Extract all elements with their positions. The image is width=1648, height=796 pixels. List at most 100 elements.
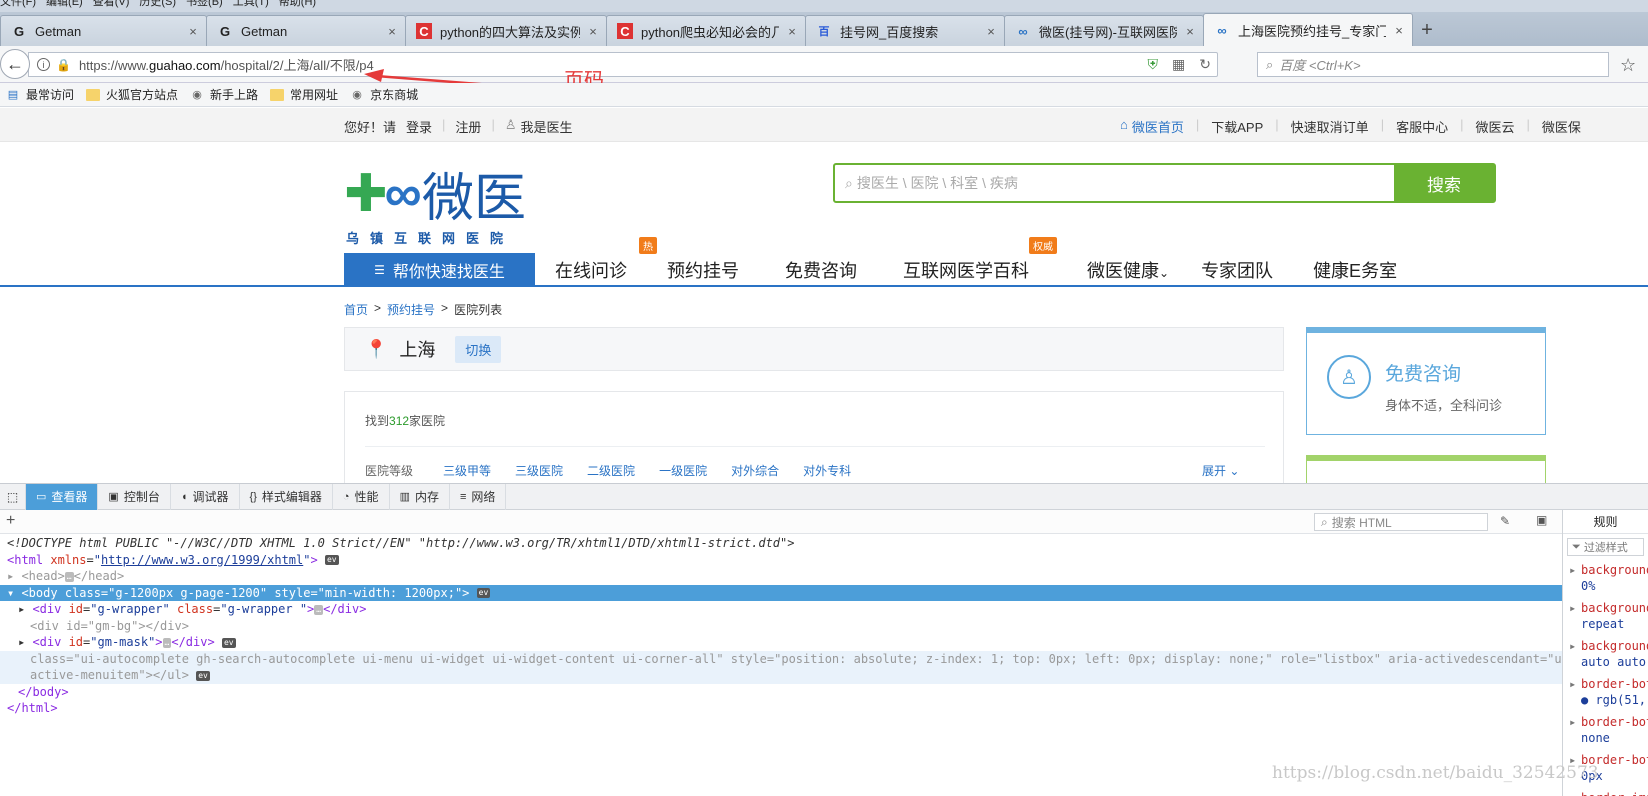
devtools-tab-memory[interactable]: ▥ 内存: [390, 483, 450, 510]
register-link[interactable]: 注册: [455, 117, 481, 136]
menu-item[interactable]: 历史(S): [139, 0, 182, 12]
nav-item[interactable]: 预约挂号: [667, 257, 739, 283]
url-text[interactable]: https://www.guahao.com/hospital/2/上海/all…: [79, 55, 374, 74]
top-link[interactable]: 微医保: [1542, 117, 1581, 136]
menu-item[interactable]: 编辑(E): [46, 0, 89, 12]
filter-option[interactable]: 对外专科: [803, 462, 851, 479]
bookmark-item[interactable]: ◉ 新手上路: [190, 86, 258, 103]
bookmark-item[interactable]: 常用网址: [270, 86, 338, 103]
close-icon[interactable]: ×: [186, 24, 200, 39]
filter-option[interactable]: 一级医院: [659, 462, 707, 479]
dom-node[interactable]: <div id="gm-bg"></div>: [0, 618, 1562, 635]
menu-item[interactable]: 查看(V): [93, 0, 136, 12]
devtools-tab-style-editor[interactable]: {} 样式编辑器: [240, 483, 333, 510]
top-link[interactable]: 客服中心: [1396, 117, 1448, 136]
dom-node[interactable]: </body>: [0, 684, 1562, 701]
nav-item[interactable]: 在线问诊热: [555, 237, 657, 283]
menu-item[interactable]: 文件(F): [0, 0, 42, 12]
eyedropper-icon[interactable]: ✎: [1500, 514, 1510, 528]
menu-item[interactable]: 帮助(H): [279, 0, 322, 12]
top-link[interactable]: 微医云: [1475, 117, 1514, 136]
filter-option[interactable]: 对外综合: [731, 462, 779, 479]
add-node-icon[interactable]: +: [6, 512, 15, 530]
rule-item[interactable]: border-bot ● rgb(51,: [1563, 676, 1648, 708]
dom-node[interactable]: <!DOCTYPE html PUBLIC "-//W3C//DTD XHTML…: [0, 535, 1562, 552]
bookmark-star-icon[interactable]: ☆: [1620, 55, 1636, 76]
back-button[interactable]: ←: [0, 49, 30, 79]
dom-node[interactable]: ▸ <div id="g-wrapper" class="g-wrapper "…: [0, 601, 1562, 618]
dom-node[interactable]: ▸ <div id="gm-mask">… </div> ev: [0, 634, 1562, 651]
site-search-button[interactable]: 搜索: [1394, 165, 1494, 201]
breadcrumb-link[interactable]: 首页: [344, 301, 368, 318]
top-link[interactable]: 快速取消订单: [1291, 117, 1369, 136]
dom-node[interactable]: <html xmlns="http://www.w3.org/1999/xhtm…: [0, 552, 1562, 569]
url-bar[interactable]: i 🔒 https://www.guahao.com/hospital/2/上海…: [28, 52, 1218, 77]
close-icon[interactable]: ×: [385, 24, 399, 39]
event-badge[interactable]: ev: [221, 637, 236, 648]
xmlns-value[interactable]: http://www.w3.org/1999/xhtml: [101, 553, 303, 567]
browser-tab[interactable]: Cpython的四大算法及实例 - C ×: [405, 15, 607, 46]
bookmark-item[interactable]: ▤ 最常访问: [6, 86, 74, 103]
devtools-tab-console[interactable]: ▣ 控制台: [98, 483, 171, 510]
top-link[interactable]: 微医首页: [1132, 117, 1184, 136]
dom-node[interactable]: </html>: [0, 700, 1562, 717]
qr-icon[interactable]: ▦: [1172, 56, 1185, 73]
rule-item[interactable]: background auto auto: [1563, 638, 1648, 670]
rule-item[interactable]: background 0%: [1563, 562, 1648, 594]
switch-city-button[interactable]: 切换: [455, 335, 502, 363]
devtools-tab-inspector[interactable]: ▭ 查看器: [26, 483, 99, 510]
bookmark-item[interactable]: 火狐官方站点: [86, 86, 178, 103]
dom-node[interactable]: ▸ <head>… </head>: [0, 568, 1562, 585]
menu-item[interactable]: 书签(B): [186, 0, 229, 12]
html-search-input[interactable]: ⌕ 搜索 HTML: [1314, 513, 1488, 531]
rule-item[interactable]: background repeat: [1563, 600, 1648, 632]
site-logo[interactable]: ✚∞ 微医 乌镇互联网医院: [344, 156, 526, 247]
top-link[interactable]: 下载APP: [1211, 117, 1263, 136]
filter-option[interactable]: 二级医院: [587, 462, 635, 479]
nav-item[interactable]: 微医健康⌄: [1087, 257, 1169, 283]
quick-find-button[interactable]: ☰ 帮你快速找医生: [344, 253, 535, 287]
breadcrumb-link[interactable]: 预约挂号: [387, 301, 435, 318]
close-icon[interactable]: ×: [785, 24, 799, 39]
filter-option[interactable]: 三级医院: [515, 462, 563, 479]
close-icon[interactable]: ×: [586, 24, 600, 39]
reload-icon[interactable]: ↻: [1199, 56, 1211, 73]
browser-tab[interactable]: G Getman ×: [0, 15, 207, 46]
browser-tab-active[interactable]: ∞ 上海医院预约挂号_专家门诊 ×: [1203, 13, 1413, 46]
new-tab-button[interactable]: +: [1412, 15, 1442, 46]
browser-tab[interactable]: ∞ 微医(挂号网)-互联网医院在线 ×: [1004, 15, 1204, 46]
bookmark-item[interactable]: ◉ 京东商城: [350, 86, 418, 103]
login-link[interactable]: 登录: [406, 117, 432, 136]
rule-item[interactable]: border-ima: [1563, 790, 1648, 796]
devtools-tab-network[interactable]: ≡ 网络: [450, 483, 507, 510]
search-bar[interactable]: ⌕ 百度 <Ctrl+K>: [1257, 52, 1609, 77]
browser-tab[interactable]: 百挂号网_百度搜索 ×: [805, 15, 1005, 46]
event-badge[interactable]: ev: [476, 588, 491, 598]
nav-item[interactable]: 专家团队: [1201, 257, 1273, 283]
close-icon[interactable]: ×: [1183, 24, 1197, 39]
rules-title[interactable]: 规则: [1563, 510, 1648, 534]
doctor-link[interactable]: 我是医生: [520, 117, 572, 136]
rules-filter-input[interactable]: ⏷ 过滤样式: [1567, 538, 1644, 556]
nav-item[interactable]: 互联网医学百科 权威: [903, 237, 1057, 283]
collapsed-badge[interactable]: …: [314, 604, 324, 615]
browser-tab[interactable]: Cpython爬虫必知必会的几个 ×: [606, 15, 806, 46]
filter-option[interactable]: 三级甲等: [443, 462, 491, 479]
event-badge[interactable]: ev: [196, 670, 210, 681]
shield-icon[interactable]: ⛨: [1148, 56, 1159, 73]
devtools-tab-debugger[interactable]: ◖ 调试器: [171, 483, 240, 510]
nav-item[interactable]: 健康E务室: [1313, 257, 1397, 283]
dom-node-selected[interactable]: ▾ <body class="g-1200px g-page-1200" sty…: [0, 584, 1562, 601]
dom-node-cont[interactable]: active-menuitem"></ul> ev: [0, 667, 1562, 684]
info-icon[interactable]: i: [37, 58, 50, 71]
devtools-tab-performance[interactable]: ◔ 性能: [333, 483, 390, 510]
browser-tab[interactable]: G Getman ×: [206, 15, 406, 46]
toggle-sidebar-icon[interactable]: ▣: [1536, 513, 1547, 527]
close-icon[interactable]: ×: [1392, 23, 1406, 38]
element-picker-icon[interactable]: ⬚: [0, 483, 26, 510]
dom-node[interactable]: class="ui-autocomplete gh-search-autocom…: [0, 650, 1562, 667]
collapsed-badge[interactable]: …: [64, 571, 74, 582]
close-icon[interactable]: ×: [984, 24, 998, 39]
rule-item[interactable]: border-bot none: [1563, 714, 1648, 746]
event-badge[interactable]: ev: [324, 555, 339, 565]
